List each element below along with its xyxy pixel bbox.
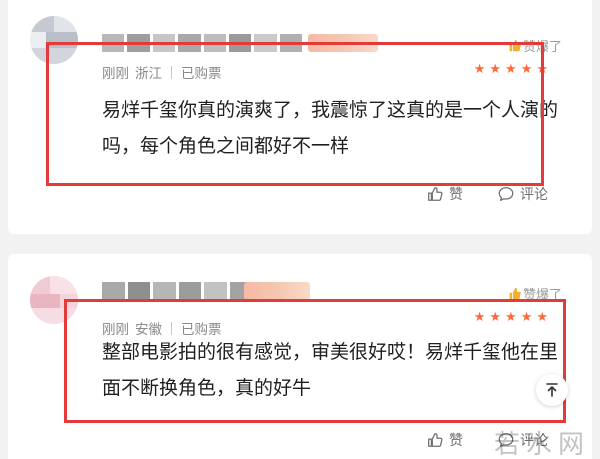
- star-icon: ★: [505, 310, 517, 325]
- speech-bubble-icon: [498, 433, 514, 447]
- star-icon: ★: [520, 310, 533, 325]
- comment-time: 刚刚: [102, 322, 129, 338]
- gold-thumb-icon: [509, 39, 521, 52]
- comment-card-2: 赞爆了 ★ ★ ★ ★ ★ 整部电影拍的很有感觉，审美很好哎！易烊千玺他在里面不…: [8, 254, 592, 459]
- user-avatar[interactable]: [30, 16, 78, 64]
- star-icon: ★: [473, 62, 486, 77]
- like-label: 赞: [449, 187, 463, 203]
- thumbs-up-icon: [428, 187, 443, 201]
- star-icon: ★: [520, 62, 533, 77]
- comment-meta: 刚刚 浙江 已购票: [102, 62, 222, 82]
- comment-location: 浙江: [135, 66, 162, 82]
- purchase-status: 已购票: [181, 322, 222, 338]
- comment-button[interactable]: 评论: [497, 430, 548, 450]
- star-icon: ★: [489, 62, 502, 77]
- star-icon: ★: [536, 310, 548, 325]
- rating-stars: ★ ★ ★ ★ ★: [474, 62, 548, 77]
- arrow-to-top-icon: [546, 383, 558, 397]
- rating-stars: ★ ★ ★ ★ ★: [474, 310, 548, 325]
- like-button[interactable]: 赞: [426, 184, 463, 204]
- username-pixelated[interactable]: [102, 282, 252, 300]
- star-icon: ★: [489, 310, 502, 325]
- comment-location: 安徽: [135, 322, 162, 338]
- comment-label: 评论: [520, 433, 548, 449]
- gold-thumb-icon: [509, 287, 521, 300]
- thumbs-up-icon: [428, 433, 443, 447]
- comment-label: 评论: [520, 187, 548, 203]
- purchase-status: 已购票: [181, 66, 222, 82]
- hot-tag: 赞爆了: [508, 36, 562, 55]
- hot-tag-label: 赞爆了: [522, 288, 562, 303]
- level-badge-pixelated: [308, 34, 378, 52]
- meta-divider: [171, 65, 172, 79]
- star-icon: ★: [536, 62, 548, 77]
- user-avatar[interactable]: [30, 276, 78, 324]
- hot-tag: 赞爆了: [508, 284, 562, 303]
- comment-card-1: 赞爆了 刚刚 浙江 已购票 ★ ★ ★ ★ ★ 易烊千玺你真的演爽了，我震惊了这…: [8, 0, 592, 234]
- level-badge-pixelated: [244, 282, 310, 300]
- star-icon: ★: [505, 62, 517, 77]
- comment-actions: 赞 评论: [426, 430, 548, 450]
- username-pixelated[interactable]: [102, 34, 302, 52]
- comment-actions: 赞 评论: [426, 184, 548, 204]
- star-icon: ★: [473, 310, 486, 325]
- comment-button[interactable]: 评论: [497, 184, 548, 204]
- comment-text: 易烊千玺你真的演爽了，我震惊了这真的是一个人演的吗，每个角色之间都好不一样: [102, 99, 559, 157]
- like-button[interactable]: 赞: [426, 430, 463, 450]
- speech-bubble-icon: [498, 187, 514, 201]
- scroll-to-top-button[interactable]: [536, 374, 568, 406]
- like-label: 赞: [449, 433, 463, 449]
- comment-meta: 刚刚 安徽 已购票: [102, 318, 222, 338]
- hot-tag-label: 赞爆了: [522, 40, 562, 55]
- meta-divider: [171, 321, 172, 335]
- comment-text: 整部电影拍的很有感觉，审美很好哎！易烊千玺他在里面不断换角色，真的好牛: [102, 341, 559, 399]
- comment-time: 刚刚: [102, 66, 129, 82]
